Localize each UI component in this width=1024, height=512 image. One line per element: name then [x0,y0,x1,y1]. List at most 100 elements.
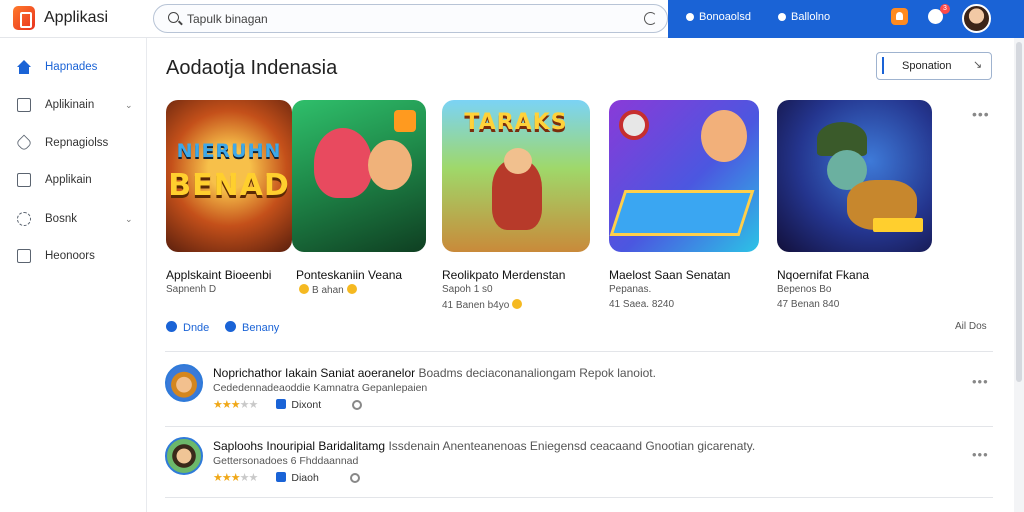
star-rating: ★★★★★ [213,472,258,484]
info-icon [166,321,177,332]
sidebar-item-home[interactable]: Hapnades [0,50,147,84]
app-avatar[interactable] [165,364,203,402]
sidebar-item-label: Aplikinain [45,99,95,111]
top-link-primary[interactable]: Bonoaolsd [686,11,751,23]
top-link-label: Bonoaolsd [699,11,751,23]
info-icon [225,321,236,332]
page-title: Aodaotja Indenasia [166,57,338,79]
app-thumbnail[interactable]: NIERUHN BENAD [166,100,292,252]
row-subtitle: Cededennadeaoddie Kamnatra Gepanlepaien [213,382,428,394]
tag-icon [15,134,33,152]
search-bar[interactable] [153,4,668,33]
chevron-down-icon: ⌄ [125,214,133,224]
row-tag[interactable]: Diaoh [276,472,319,484]
row-title[interactable]: Noprichathor Iakain Saniat aoeranelor Bo… [213,366,656,380]
sidebar-item-apps[interactable]: Aplikinain ⌄ [0,88,147,122]
app-stats-text: 41 Banen b4yo [442,300,510,311]
app-thumbnail[interactable] [777,100,932,252]
row-tag-label: Dixont [291,399,322,411]
row-rating: ★★★★★ Dixont [213,398,363,411]
more-options-icon[interactable]: ••• [972,374,989,389]
divider [165,497,993,498]
tag-icon [276,399,287,409]
app-meta-text: B ahan [312,285,344,296]
app-meta: Pepanas. [609,284,652,295]
app-name[interactable]: Reolikpato Merdenstan [442,268,565,282]
check-icon[interactable] [352,400,363,410]
sidebar-item-reports[interactable]: Heonoors [0,239,147,273]
logo-badge-art [873,218,923,232]
top-link-secondary[interactable]: Ballolno [778,11,830,23]
refresh-icon[interactable] [644,12,657,25]
sort-button[interactable]: Sponation ↘ [876,52,992,80]
sidebar-item-settings[interactable]: Bosnk ⌄ [0,202,147,236]
app-stats: 47 Benan 840 [777,299,840,310]
sort-label: Sponation [902,60,952,72]
app-meta: Sapoh 1 s0 [442,284,493,295]
circle-icon [778,13,786,21]
app-avatar[interactable] [165,437,203,475]
coin-icon [512,299,523,309]
app-thumbnail[interactable]: TARAKS [442,100,590,252]
scrollbar-thumb[interactable] [1016,42,1022,382]
character-art [701,110,747,162]
gear-icon [17,212,31,226]
more-options-icon[interactable]: ••• [972,106,990,122]
app-stats: 41 Banen b4yo [442,299,525,311]
coin-icon [346,284,357,294]
sidebar-item-tags[interactable]: Repnagiolss [0,126,147,160]
app-name[interactable]: Nqoernifat Fkana [777,268,869,282]
thumbnail-subtitle: BENAD [168,168,290,203]
top-link-label: Ballolno [791,11,831,23]
check-icon[interactable] [349,473,360,483]
row-description: Issdenain Anenteanenoas Eniegensd ceacaa… [388,439,756,453]
row-title-text: Saploohs Inouripial Baridalitamg [213,439,386,453]
divider [165,426,993,427]
search-input[interactable] [187,10,627,28]
arrow-icon: ↘ [973,59,983,71]
row-tag-label: Diaoh [291,472,319,484]
home-icon [17,60,31,74]
app-name[interactable]: Maelost Saan Senatan [609,268,730,282]
filter-chip[interactable]: Benany [225,321,279,334]
app-name[interactable]: Ponteskaniin Veana [296,268,402,282]
row-tag[interactable]: Dixont [276,399,321,411]
scrollbar[interactable] [1014,38,1024,512]
sidebar-item-label: Heonoors [45,250,95,262]
row-title-text: Noprichathor Iakain Saniat aoeranelor [213,366,416,380]
list-item[interactable]: Noprichathor Iakain Saniat aoeranelor Bo… [165,364,993,424]
user-avatar[interactable] [962,4,991,33]
app-name[interactable]: Applskaint Bioeenbi [166,268,271,282]
top-bar: Applikasi Bonoaolsd Ballolno 3 [0,0,1024,38]
ball-art [619,110,649,140]
game-board-art [609,190,755,236]
row-rating: ★★★★★ Diaoh [213,471,360,484]
thumbnail-title: TARAKS [464,110,568,135]
more-options-icon[interactable]: ••• [972,447,989,462]
divider [165,351,993,352]
notification-badge: 3 [940,4,950,14]
list-item[interactable]: Saploohs Inouripial Baridalitamg Issdena… [165,437,993,497]
notification-icon[interactable] [891,8,908,25]
app-meta: Sapnenh D [166,284,217,295]
app-logo-icon[interactable] [13,6,35,30]
search-icon [168,12,179,23]
chart-icon [17,249,31,263]
sidebar-item-label: Repnagiolss [45,137,109,149]
tag-icon [276,472,287,482]
row-title[interactable]: Saploohs Inouripial Baridalitamg Issdena… [213,439,755,453]
square-icon [17,173,31,187]
app-thumbnail[interactable] [609,100,759,252]
chip-label: Dnde [183,322,210,334]
app-meta: B ahan [296,284,360,296]
filter-chip[interactable]: Dnde [166,321,209,334]
row-subtitle: Gettersonadoes 6 Fhddaannad [213,455,359,467]
sidebar-item-label: Hapnades [45,61,98,73]
see-all-link[interactable]: Ail Dos [955,321,987,332]
sidebar-item-label: Applikain [45,174,92,186]
app-thumbnail[interactable] [292,100,426,252]
thumbnail-title: NIERUHN [176,140,282,162]
app-stats: 41 Saea. 8240 [609,299,675,310]
window-icon [17,98,31,112]
sidebar-item-applications[interactable]: Applikain [0,163,147,197]
